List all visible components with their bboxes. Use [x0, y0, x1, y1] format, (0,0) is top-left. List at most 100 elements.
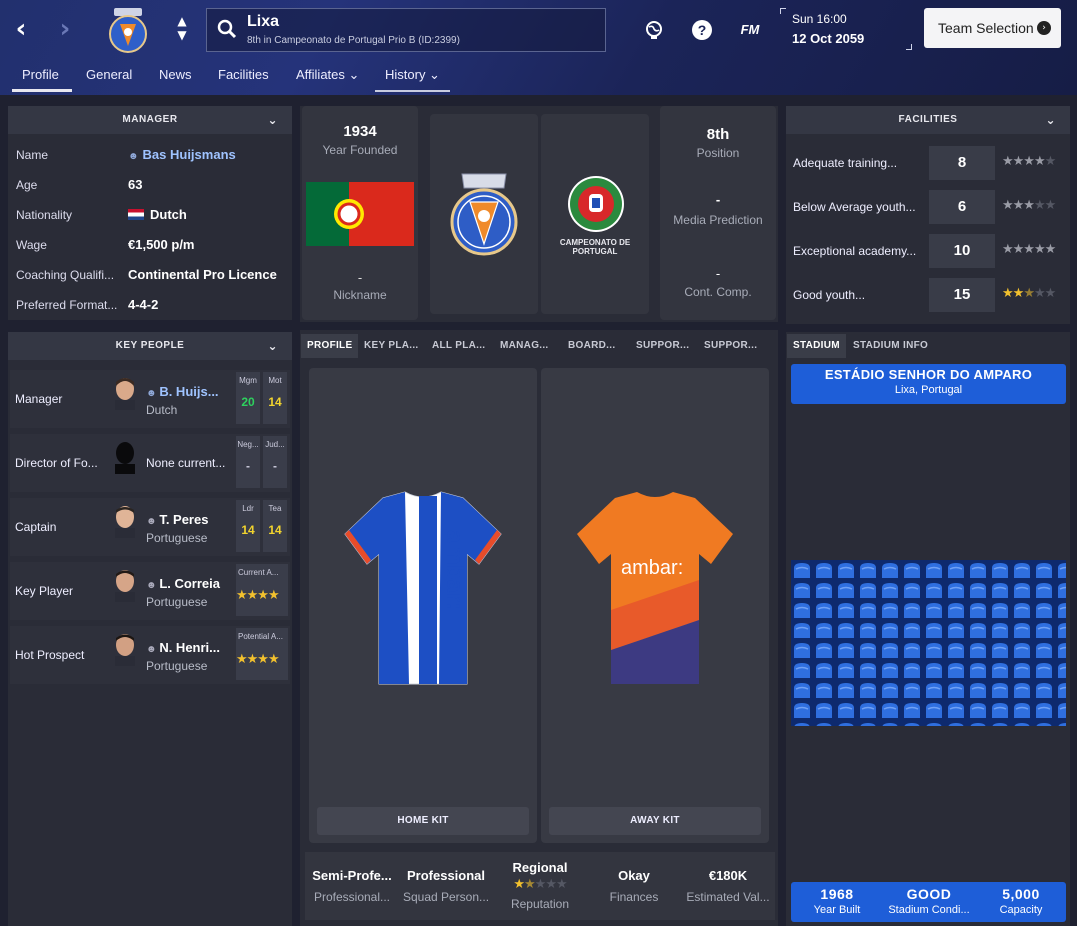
summary-squad-personality[interactable]: Professional Squad Person... [399, 852, 493, 920]
manager-panel-header[interactable]: MANAGER ⌄ [8, 106, 292, 134]
game-date[interactable]: Sun 16:00 12 Oct 2059 [780, 8, 912, 50]
tab-history[interactable]: History ⌄ [375, 62, 450, 92]
summary-finances-value: Okay [618, 868, 650, 883]
summary-reputation[interactable]: Regional ★★★★★ Reputation [493, 852, 587, 920]
avatar [115, 634, 135, 666]
condition-value: GOOD [906, 886, 952, 902]
facility-youth-recruitment[interactable]: Below Average youth... 6 ★★★★★ [788, 188, 1070, 228]
world-icon[interactable] [644, 20, 664, 40]
help-icon[interactable]: ? [692, 20, 712, 40]
subtab-profile[interactable]: PROFILE [301, 334, 359, 358]
key-person-key-player[interactable]: Key Player ☻ L. Correia Portuguese Curre… [10, 562, 290, 620]
tab-general[interactable]: General [86, 62, 132, 92]
search-icon[interactable] [217, 19, 237, 39]
team-selection-label: Team Selection [938, 20, 1034, 36]
key-person-name[interactable]: ☻ L. Correia [146, 576, 242, 591]
home-kit-label: HOME KIT [317, 807, 529, 835]
stadium-name-banner[interactable]: ESTÁDIO SENHOR DO AMPARO Lixa, Portugal [791, 364, 1066, 404]
subtab-supporters[interactable]: SUPPOR... [636, 334, 689, 358]
summary-status-value: Semi-Profe... [312, 868, 392, 883]
manager-formation-value: 4-4-2 [128, 297, 159, 312]
manager-age-value: 63 [128, 177, 143, 192]
facilities-header[interactable]: FACILITIES ⌄ [786, 106, 1070, 134]
home-kit-sponsor-text: ambar: [441, 530, 468, 610]
away-kit-sponsor-text: ambar: [621, 557, 683, 579]
summary-status[interactable]: Semi-Profe... Professional... [305, 852, 399, 920]
home-kit-panel[interactable]: ambar: HOME KIT [309, 368, 537, 843]
stadium-tab[interactable]: STADIUM [787, 334, 846, 358]
facility-academy[interactable]: Exceptional academy... 10 ★★★★★ [788, 232, 1070, 272]
manager-name-value[interactable]: ☻ Bas Huijsmans [128, 141, 236, 171]
year-built-label: Year Built [813, 904, 861, 916]
team-selection-button[interactable]: Team Selection › [924, 8, 1061, 48]
key-person-captain[interactable]: Captain ☻ T. Peres Portuguese Ldr 14 Tea 1… [10, 498, 290, 556]
position-card: 8th Position - Media Prediction - Cont. … [660, 106, 776, 320]
club-switch-arrows-icon[interactable]: ▲ ▼ [174, 14, 190, 42]
summary-finances[interactable]: Okay Finances [587, 852, 681, 920]
media-prediction-label: Media Prediction [673, 213, 763, 227]
key-person-director[interactable]: Director of Fo... None current... Neg...… [10, 434, 290, 492]
manager-nationality-value[interactable]: Dutch [128, 201, 187, 229]
attribute-head: Jud... [265, 440, 285, 449]
key-person-nationality: Dutch [146, 403, 178, 417]
stadium-info-tab[interactable]: STADIUM INFO [853, 334, 928, 358]
key-person-role: Manager [15, 392, 63, 406]
chevron-down-icon[interactable]: ⌄ [1045, 106, 1056, 134]
summary-value[interactable]: €180K Estimated Val... [681, 852, 775, 920]
manager-wage-label: Wage [16, 238, 47, 252]
chevron-down-icon[interactable]: ⌄ [267, 332, 278, 360]
club-search-box[interactable]: Lixa 8th in Campeonato de Portugal Prio … [206, 8, 606, 52]
manager-wage-row: Wage €1,500 p/m [8, 231, 290, 259]
subtab-supporters-2[interactable]: SUPPOR... [704, 334, 757, 358]
year-founded-label: Year Founded [322, 143, 398, 157]
fm-menu-icon[interactable]: FM [738, 20, 762, 40]
key-person-hot-prospect[interactable]: Hot Prospect ☻ N. Henri... Portuguese Po… [10, 626, 290, 684]
tab-news[interactable]: News [159, 62, 192, 92]
facility-label: Adequate training... [793, 156, 898, 170]
attribute-head: Tea [268, 504, 282, 513]
subtab-board[interactable]: BOARD... [568, 334, 615, 358]
reputation-stars-icon: ★★★★★ [513, 877, 567, 892]
away-kit-panel[interactable]: ambar: AWAY KIT [541, 368, 769, 843]
tab-profile[interactable]: Profile [12, 62, 72, 92]
person-icon: ☻ [146, 644, 160, 655]
person-icon: ☻ [128, 151, 139, 162]
facility-youth[interactable]: Good youth... 15 ★★★★★ [788, 276, 1070, 316]
ability-head: Current A... [238, 568, 279, 577]
key-person-name[interactable]: ☻ N. Henri... [146, 640, 242, 655]
top-bar: ‹ › ▲ ▼ Lixa 8th in Campeonato de Portuga… [0, 0, 1077, 95]
subtab-all-players[interactable]: ALL PLA... [432, 334, 485, 358]
ability-head: Potential A... [238, 632, 283, 641]
facility-value: 8 [929, 146, 995, 180]
forward-arrow-icon[interactable]: › [52, 14, 78, 44]
avatar [115, 506, 135, 538]
manager-wage-value: €1,500 p/m [128, 237, 195, 252]
key-person-name[interactable]: ☻ B. Huijs... [146, 384, 242, 399]
club-crest-icon[interactable] [106, 6, 150, 54]
club-league-subtitle: 8th in Campeonato de Portugal Prio B (ID… [247, 35, 460, 46]
league-logo-text: CAMPEONATO DE PORTUGAL [559, 238, 631, 256]
key-person-name[interactable]: ☻ T. Peres [146, 512, 242, 527]
back-arrow-icon[interactable]: ‹ [8, 14, 34, 44]
subtab-key-players[interactable]: KEY PLA... [364, 334, 419, 358]
tab-affiliates[interactable]: Affiliates ⌄ [296, 62, 359, 92]
key-person-name-text: B. Huijs... [159, 384, 219, 399]
attribute-value: 14 [241, 523, 255, 537]
club-name-title: Lixa [247, 13, 280, 30]
key-person-name-text: L. Correia [159, 576, 220, 591]
manager-name-label: Name [16, 148, 49, 162]
league-position-label: Position [696, 146, 740, 160]
key-person-name-text: T. Peres [159, 512, 209, 527]
nickname-label: Nickname [333, 288, 387, 302]
chevron-down-icon[interactable]: ⌄ [267, 106, 278, 134]
facility-training[interactable]: Adequate training... 8 ★★★★★ [788, 144, 1070, 184]
facility-stars-icon: ★★★★★ [1002, 198, 1056, 213]
stadium-location: Lixa, Portugal [894, 384, 963, 396]
subtab-management[interactable]: MANAG... [500, 334, 549, 358]
manager-nationality-text: Dutch [150, 207, 187, 222]
key-people-header[interactable]: KEY PEOPLE ⌄ [8, 332, 292, 360]
netherlands-flag-icon [128, 209, 144, 220]
summary-value-label: Estimated Val... [686, 890, 770, 904]
tab-facilities[interactable]: Facilities [218, 62, 269, 92]
key-person-manager[interactable]: Manager ☻ B. Huijs... Dutch Mgm 20 Mot 14 [10, 370, 290, 428]
